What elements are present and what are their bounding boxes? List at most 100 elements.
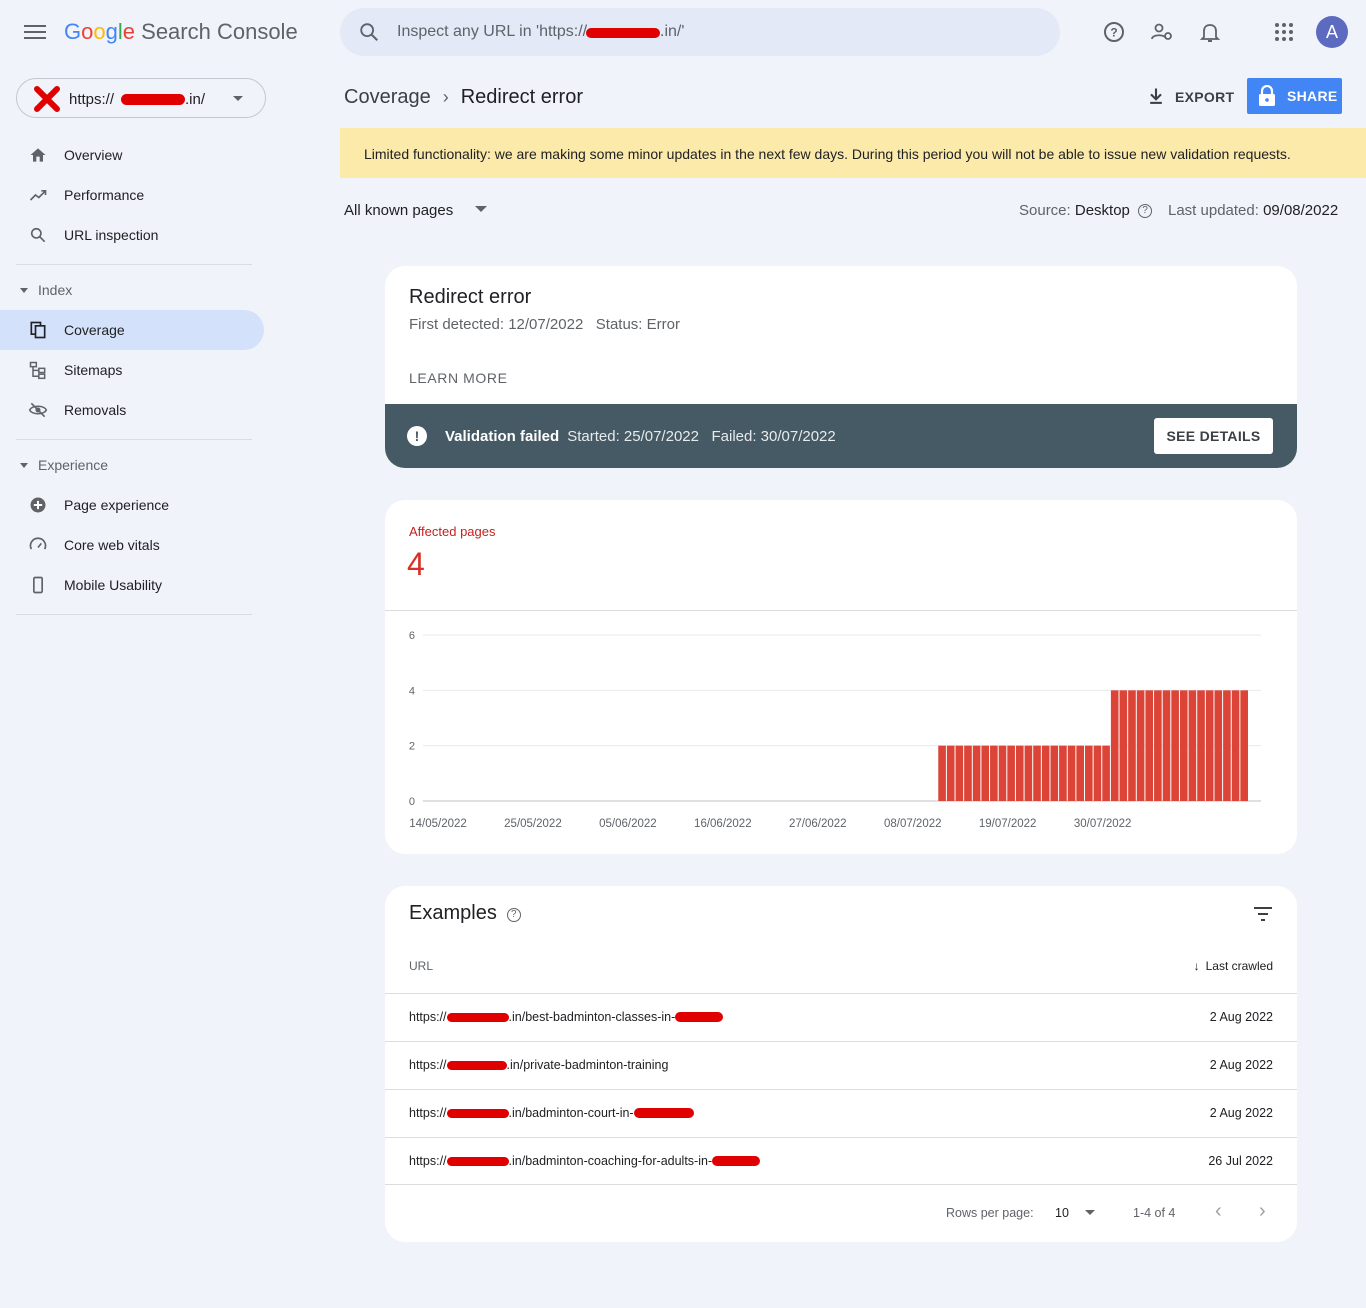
chart-bar[interactable] — [1188, 690, 1197, 801]
affected-pages-label: Affected pages — [409, 524, 496, 539]
chart-bar[interactable] — [1179, 690, 1188, 801]
chart-bar[interactable] — [1024, 745, 1033, 801]
chart-bar[interactable] — [1050, 745, 1059, 801]
property-selector[interactable]: https:// .in/ — [16, 78, 266, 118]
filter-list-icon[interactable] — [1251, 902, 1275, 926]
chart-bar[interactable] — [1067, 745, 1076, 801]
chart-bar[interactable] — [972, 745, 981, 801]
card-divider — [385, 610, 1297, 611]
chart-bar[interactable] — [998, 745, 1007, 801]
chart-bar[interactable] — [1197, 690, 1205, 801]
breadcrumb-coverage[interactable]: Coverage — [344, 86, 431, 108]
sidebar-item-page-experience[interactable]: Page experience — [0, 485, 264, 525]
pages-filter-dropdown[interactable]: All known pages — [344, 202, 488, 219]
share-button[interactable]: SHARE — [1247, 78, 1342, 114]
url-prefix: https:// — [409, 1154, 447, 1168]
row-url: https:// .in/badminton-court-in- — [409, 1106, 694, 1120]
sidebar-item-removals[interactable]: Removals — [0, 390, 264, 430]
chart-bar[interactable] — [1171, 690, 1179, 801]
sidebar-section-index[interactable]: Index — [20, 282, 72, 298]
chart-bar[interactable] — [1119, 690, 1128, 801]
search-placeholder-suffix: .in/' — [660, 23, 685, 40]
column-header-last-crawled[interactable]: ↓ Last crawled — [1194, 959, 1273, 973]
breadcrumb: Coverage › Redirect error — [344, 86, 583, 109]
chart-bar[interactable] — [1136, 690, 1145, 801]
row-date: 2 Aug 2022 — [1209, 1106, 1273, 1120]
redaction-mark — [446, 1013, 509, 1022]
app-title: Search Console — [141, 19, 298, 44]
chart-bar[interactable] — [1033, 745, 1041, 801]
x-tick-label: 08/07/2022 — [884, 818, 942, 830]
table-row[interactable]: https:// .in/best-badminton-classes-in- 2… — [385, 993, 1297, 1041]
table-row[interactable]: https:// .in/badminton-court-in- 2 Aug 20… — [385, 1089, 1297, 1137]
previous-page-icon[interactable]: ‹ — [1215, 1200, 1222, 1223]
rows-per-page-select[interactable]: 10 — [1055, 1206, 1095, 1220]
user-settings-icon[interactable] — [1150, 20, 1174, 44]
affected-pages-count: 4 — [407, 546, 425, 582]
sidebar-item-performance[interactable]: Performance — [0, 175, 264, 215]
help-icon[interactable]: ? — [1102, 20, 1126, 44]
sidebar-item-url-inspection[interactable]: URL inspection — [0, 215, 264, 255]
apps-grid-icon[interactable] — [1272, 20, 1296, 44]
sidebar-item-core-web-vitals[interactable]: Core web vitals — [0, 525, 264, 565]
collapse-arrow-icon — [20, 288, 28, 293]
learn-more-link[interactable]: LEARN MORE — [409, 370, 508, 386]
column-header-url[interactable]: URL — [409, 959, 433, 973]
url-inspect-search[interactable]: Inspect any URL in 'https:// .in/' — [340, 8, 1060, 56]
chart-bar[interactable] — [1154, 690, 1162, 801]
chart-bar[interactable] — [1076, 745, 1084, 801]
chart-bar[interactable] — [938, 745, 946, 801]
next-page-icon[interactable]: › — [1259, 1200, 1266, 1223]
chart-bar[interactable] — [1093, 745, 1102, 801]
affected-pages-card: Affected pages 4 0 2 4 6 14/05/2022 25/05/202… — [385, 500, 1297, 854]
chart-bar[interactable] — [981, 745, 990, 801]
help-icon[interactable]: ? — [1138, 204, 1153, 218]
chart-bar[interactable] — [1240, 690, 1248, 801]
app-logo[interactable]: Google Search Console — [64, 19, 298, 45]
notifications-icon[interactable] — [1198, 20, 1222, 44]
logo-letter: o — [93, 19, 106, 44]
validation-text: Validation failed Started: 25/07/2022 Fai… — [445, 428, 836, 445]
chart-bar[interactable] — [1015, 745, 1024, 801]
chart-bar[interactable] — [1059, 745, 1067, 801]
y-tick-label: 4 — [409, 685, 415, 697]
chevron-down-icon — [233, 96, 243, 101]
chart-bar[interactable] — [1041, 745, 1050, 801]
chart-bar[interactable] — [1128, 690, 1136, 801]
chart-bar[interactable] — [955, 745, 964, 801]
sidebar-divider — [16, 439, 252, 440]
row-date: 2 Aug 2022 — [1209, 1058, 1273, 1072]
avatar[interactable]: A — [1316, 16, 1348, 48]
export-button[interactable]: EXPORT — [1140, 80, 1236, 114]
chart-bar[interactable] — [1205, 690, 1214, 801]
chart-bar[interactable] — [1231, 690, 1240, 801]
chart-bar[interactable] — [1085, 745, 1093, 801]
chart-bar[interactable] — [1223, 690, 1231, 801]
download-icon — [1150, 88, 1162, 104]
see-details-button[interactable]: SEE DETAILS — [1154, 418, 1273, 454]
sidebar-section-experience[interactable]: Experience — [20, 457, 108, 473]
chart-bar[interactable] — [990, 745, 998, 801]
chart-bar[interactable] — [1145, 690, 1154, 801]
chart-bar[interactable] — [1102, 745, 1110, 801]
search-icon — [30, 227, 46, 243]
export-label: EXPORT — [1175, 89, 1235, 105]
source-info: Source: Desktop ? — [1019, 202, 1153, 219]
sidebar-item-mobile-usability[interactable]: Mobile Usability — [0, 565, 264, 605]
chart-bar[interactable] — [946, 745, 955, 801]
chart-bar[interactable] — [1214, 690, 1223, 801]
table-row[interactable]: https:// .in/private-badminton-training 2… — [385, 1041, 1297, 1089]
sidebar-item-sitemaps[interactable]: Sitemaps — [0, 350, 264, 390]
menu-icon[interactable] — [24, 22, 46, 42]
chart-bar[interactable] — [964, 745, 972, 801]
chart-bar[interactable] — [1162, 690, 1171, 801]
section-label: Index — [38, 282, 73, 298]
table-row[interactable]: https:// .in/badminton-coaching-for-adult… — [385, 1137, 1297, 1185]
chart-bar[interactable] — [1007, 745, 1015, 801]
sidebar-item-coverage[interactable]: Coverage — [0, 310, 264, 350]
help-icon[interactable]: ? — [506, 908, 521, 922]
sidebar-item-label: Mobile Usability — [64, 577, 163, 593]
chart-bar[interactable] — [1110, 690, 1119, 801]
sidebar-item-label: URL inspection — [64, 227, 159, 243]
sidebar-item-overview[interactable]: Overview — [0, 135, 264, 175]
